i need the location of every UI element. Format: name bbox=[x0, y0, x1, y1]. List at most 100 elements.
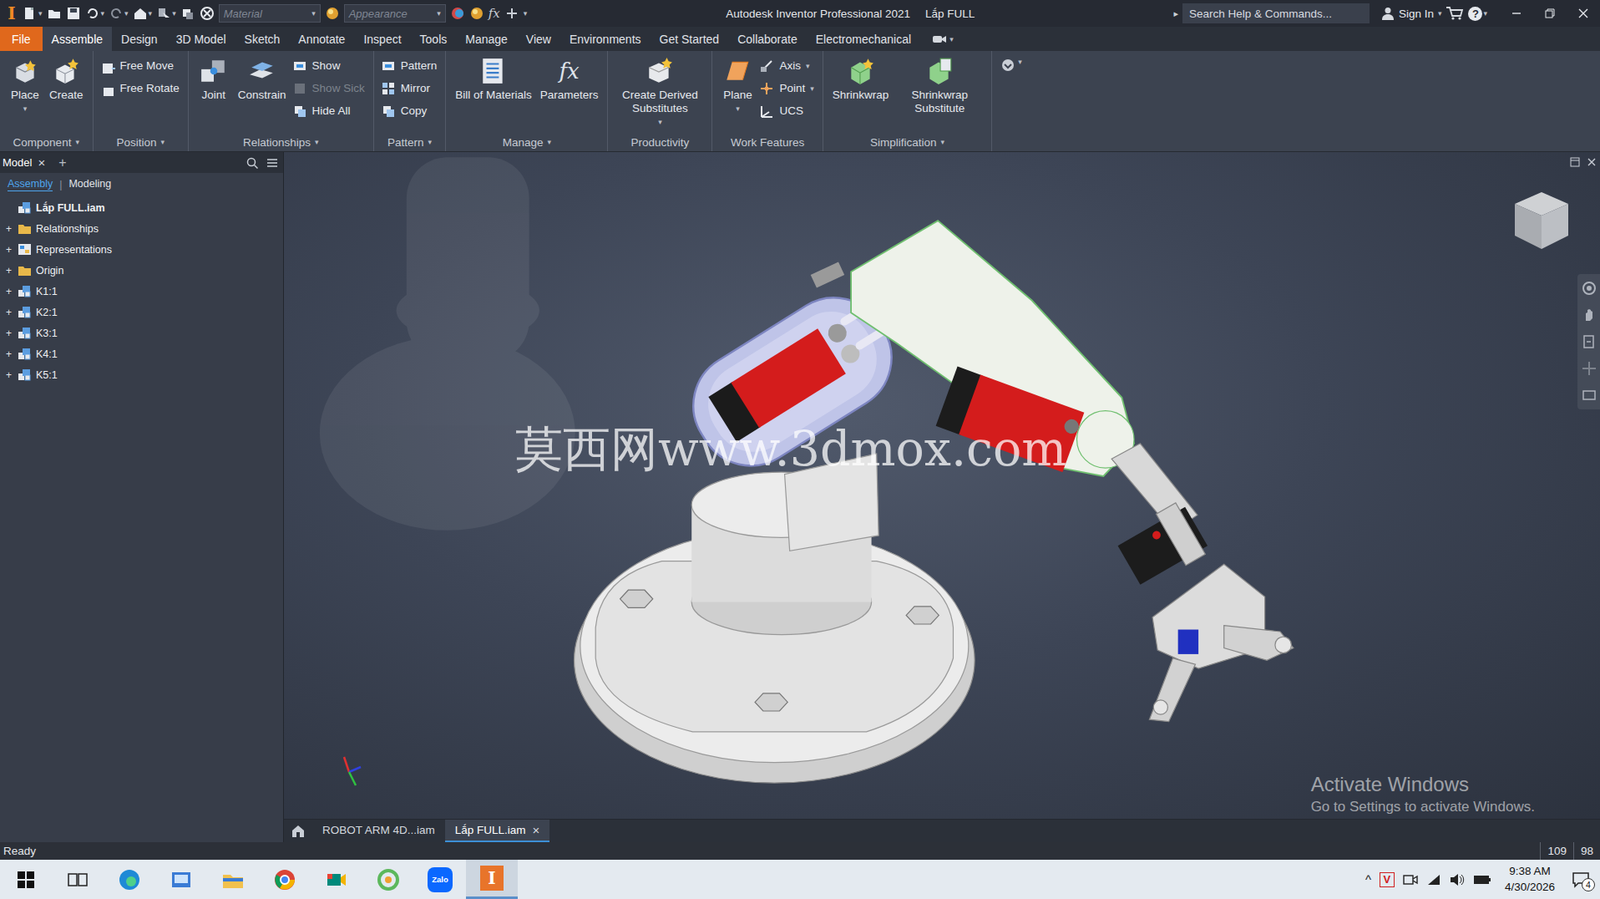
tree-item[interactable]: +Origin bbox=[0, 259, 284, 281]
document-tab[interactable]: Lắp FULL.iam× bbox=[445, 819, 551, 842]
quick-access-icon[interactable] bbox=[180, 5, 196, 21]
quick-access-button[interactable] bbox=[65, 5, 82, 21]
battery-icon[interactable] bbox=[1473, 874, 1492, 885]
tree-item[interactable]: +K4:1 bbox=[0, 343, 284, 365]
notification-button[interactable]: 4 bbox=[1568, 866, 1594, 892]
quick-access-icon[interactable] bbox=[22, 5, 38, 21]
sign-in-button[interactable]: Sign In bbox=[1382, 6, 1434, 21]
navigation-icon[interactable] bbox=[1581, 280, 1597, 296]
quick-access-icon[interactable] bbox=[108, 5, 124, 21]
volume-icon[interactable] bbox=[1449, 872, 1465, 887]
robot-arm-model[interactable] bbox=[283, 151, 1600, 819]
ribbon-large-button[interactable]: fxParameters bbox=[537, 54, 602, 104]
ribbon-tab[interactable]: Design bbox=[111, 26, 168, 51]
ribbon-small-button[interactable]: Axis▾ bbox=[759, 55, 816, 76]
panel-title[interactable]: Component▾ bbox=[0, 132, 93, 152]
ribbon-small-button[interactable]: Pattern bbox=[380, 55, 440, 76]
quick-access-icon[interactable] bbox=[504, 5, 520, 21]
ribbon-large-button[interactable]: Create Derived Substitutes▾ bbox=[614, 54, 705, 129]
ribbon-tab[interactable]: 3D Model bbox=[167, 26, 236, 51]
ribbon-tab[interactable]: Electromechanical bbox=[806, 26, 921, 51]
close-view-icon[interactable] bbox=[1586, 156, 1597, 168]
taskbar-app[interactable] bbox=[207, 859, 259, 899]
ribbon-tab[interactable]: File bbox=[0, 26, 43, 51]
add-panel-button[interactable]: ▾ bbox=[992, 50, 1031, 152]
search-field[interactable]: Search Help & Commands... bbox=[1182, 3, 1370, 24]
panel-title[interactable]: Productivity bbox=[607, 132, 712, 152]
start-button[interactable] bbox=[0, 859, 52, 899]
material-dropdown[interactable]: Material▾ bbox=[218, 4, 321, 23]
quick-access-icon[interactable] bbox=[450, 5, 466, 21]
navigation-icon[interactable] bbox=[1581, 387, 1597, 403]
ribbon-large-button[interactable]: Place▾ bbox=[6, 54, 44, 116]
ribbon-small-button[interactable]: Show Sick bbox=[292, 77, 367, 99]
navigation-icon[interactable] bbox=[1581, 307, 1597, 323]
expand-toggle[interactable]: + bbox=[4, 265, 14, 275]
ribbon-tab[interactable]: Get Started bbox=[650, 26, 730, 51]
tray-overflow-button[interactable]: ^ bbox=[1365, 871, 1372, 887]
panel-title[interactable]: Position▾ bbox=[93, 132, 188, 152]
quick-access-icon[interactable] bbox=[199, 5, 215, 21]
tree-item[interactable]: +K5:1 bbox=[0, 364, 284, 385]
ribbon-small-button[interactable]: Copy bbox=[380, 100, 440, 122]
taskbar-app[interactable] bbox=[258, 859, 311, 899]
more-button[interactable]: ▸ bbox=[1173, 8, 1179, 20]
ribbon-small-button[interactable]: Free Move bbox=[100, 55, 182, 76]
ribbon-large-button[interactable]: Joint bbox=[195, 54, 233, 104]
formula-button[interactable]: fx bbox=[488, 7, 501, 21]
ribbon-tab[interactable]: Assemble bbox=[42, 26, 112, 51]
taskbar-app[interactable] bbox=[51, 859, 104, 899]
panel-title[interactable]: Work Features bbox=[712, 132, 822, 152]
search-icon[interactable] bbox=[246, 156, 259, 169]
minimize-button[interactable] bbox=[1499, 0, 1534, 27]
quick-access-button[interactable] bbox=[199, 5, 215, 21]
quick-access-icon[interactable] bbox=[156, 5, 172, 21]
taskbar-app[interactable]: I bbox=[465, 859, 518, 899]
expand-toggle[interactable]: + bbox=[4, 369, 14, 380]
quick-access-button[interactable] bbox=[180, 5, 196, 21]
ribbon-large-button[interactable]: Create bbox=[46, 54, 87, 104]
ribbon-small-button[interactable]: Show bbox=[292, 55, 367, 76]
maximize-icon[interactable] bbox=[1569, 156, 1580, 168]
taskbar-app[interactable] bbox=[310, 859, 363, 899]
browser-tab[interactable]: Model× bbox=[0, 151, 51, 173]
tree-item[interactable]: +Representations bbox=[0, 238, 284, 260]
document-tab[interactable]: ROBOT ARM 4D...iam bbox=[312, 819, 446, 842]
appearance-dropdown[interactable]: Appearance▾ bbox=[344, 4, 446, 23]
ribbon-tab[interactable]: View bbox=[516, 26, 561, 51]
ribbon-tab[interactable]: Sketch bbox=[235, 26, 290, 51]
panel-title[interactable]: Manage▾ bbox=[445, 132, 608, 152]
navigation-icon[interactable] bbox=[1581, 360, 1597, 376]
tree-item[interactable]: +K2:1 bbox=[0, 301, 284, 323]
taskbar-app[interactable] bbox=[103, 859, 156, 899]
panel-title[interactable]: Simplification▾ bbox=[823, 132, 993, 152]
ribbon-tab[interactable]: Manage bbox=[455, 26, 517, 51]
expand-toggle[interactable]: + bbox=[4, 244, 14, 254]
wifi-icon[interactable] bbox=[1426, 872, 1442, 887]
close-document-button[interactable]: × bbox=[532, 822, 541, 837]
meet-icon[interactable] bbox=[1402, 872, 1418, 887]
quick-access-icon[interactable] bbox=[65, 5, 82, 21]
restore-button[interactable] bbox=[1533, 0, 1567, 27]
app-logo[interactable]: I bbox=[5, 3, 19, 24]
ribbon-small-button[interactable]: UCS bbox=[759, 100, 816, 122]
tree-item[interactable]: +K3:1 bbox=[0, 322, 284, 344]
taskbar-app[interactable] bbox=[362, 859, 415, 899]
expand-toggle[interactable]: + bbox=[4, 223, 14, 233]
graphics-viewport[interactable]: 莫西网www.3dmox.comActivate WindowsGo to Se… bbox=[283, 151, 1600, 819]
taskbar-app[interactable]: Zalo bbox=[414, 859, 466, 899]
tree-item[interactable]: +Relationships bbox=[0, 217, 284, 239]
quick-access-icon[interactable] bbox=[132, 5, 148, 21]
panel-title[interactable]: Relationships▾ bbox=[188, 132, 374, 152]
help-button[interactable]: ?▾ bbox=[1468, 6, 1488, 21]
close-button[interactable] bbox=[1566, 0, 1600, 27]
tree-item[interactable]: +Lắp FULL.iam bbox=[0, 197, 284, 218]
ribbon-large-button[interactable]: Plane▾ bbox=[718, 54, 756, 116]
ribbon-large-button[interactable]: Bill of Materials bbox=[452, 54, 535, 104]
quick-access-button[interactable]: ▾ bbox=[22, 5, 43, 21]
clock[interactable]: 9:38 AM4/30/2026 bbox=[1499, 863, 1560, 894]
ribbon-large-button[interactable]: Constrain bbox=[235, 54, 289, 104]
quick-access-icon[interactable] bbox=[324, 5, 340, 21]
viewcube-icon[interactable] bbox=[1508, 187, 1575, 254]
menu-icon[interactable] bbox=[266, 157, 279, 168]
